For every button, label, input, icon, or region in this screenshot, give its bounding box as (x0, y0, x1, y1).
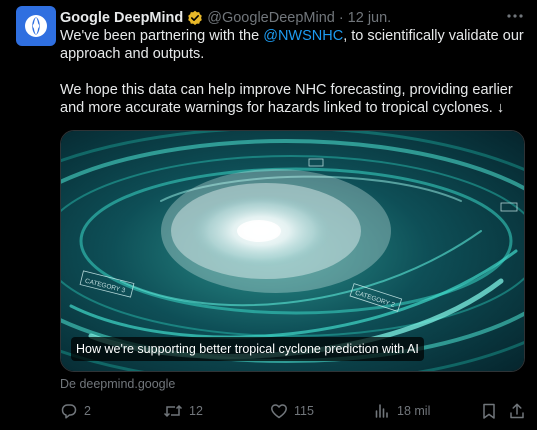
timestamp[interactable]: 12 jun. (348, 10, 392, 26)
bookmark-button[interactable] (480, 400, 504, 422)
avatar[interactable] (16, 6, 56, 46)
tweet-paragraph-1: We've been partnering with the @NWSNHC, … (60, 27, 526, 63)
separator-dot: · (338, 10, 344, 26)
mention-link[interactable]: @NWSNHC (263, 28, 343, 44)
verified-badge-icon[interactable] (187, 10, 203, 26)
author-handle[interactable]: @GoogleDeepMind (207, 10, 335, 26)
link-card-image[interactable]: CATEGORY 3 CATEGORY 2 How we're supporti… (60, 130, 525, 372)
reply-count: 2 (84, 404, 91, 418)
repost-count: 12 (189, 404, 203, 418)
tweet-text-prefix: We've been partnering with the (60, 28, 264, 44)
bookmark-icon (483, 403, 495, 419)
like-button[interactable]: 115 (270, 400, 314, 422)
tweet[interactable]: Google DeepMind @GoogleDeepMind · 12 jun… (0, 0, 537, 430)
repost-button[interactable]: 12 (163, 400, 203, 422)
tweet-text: We've been partnering with the @NWSNHC, … (60, 27, 526, 135)
author-name[interactable]: Google DeepMind (60, 10, 183, 26)
card-source-link[interactable]: De deepmind.google (60, 377, 175, 391)
tweet-actions: 2 12 115 18 mil (60, 400, 530, 422)
reply-button[interactable]: 2 (60, 400, 91, 422)
tweet-paragraph-2: We hope this data can help improve NHC f… (60, 82, 513, 116)
view-count: 18 mil (397, 404, 431, 418)
repost-icon (163, 404, 183, 418)
cyclone-image: CATEGORY 3 CATEGORY 2 (61, 131, 524, 371)
reply-icon (61, 404, 77, 419)
views-button[interactable]: 18 mil (373, 400, 430, 422)
tweet-header: Google DeepMind @GoogleDeepMind · 12 jun… (60, 8, 527, 28)
deepmind-logo-icon (25, 15, 47, 37)
heart-icon (271, 404, 287, 419)
card-caption: How we're supporting better tropical cyc… (71, 337, 424, 361)
like-count: 115 (294, 404, 314, 418)
views-chart-icon (375, 404, 388, 418)
share-button[interactable] (508, 400, 532, 422)
share-icon (510, 403, 524, 419)
more-dots-icon[interactable] (503, 6, 527, 26)
